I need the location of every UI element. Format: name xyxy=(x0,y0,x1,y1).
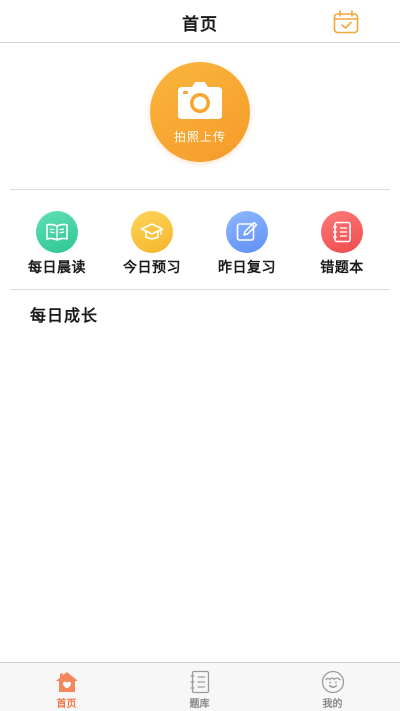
menu-label: 每日晨读 xyxy=(28,260,86,276)
profile-face-icon xyxy=(321,670,345,694)
menu-item-yesterday-review[interactable]: 昨日复习 xyxy=(207,211,287,277)
menu-item-today-preview[interactable]: 今日预习 xyxy=(112,211,192,277)
tab-label: 题库 xyxy=(189,699,210,710)
menu-label: 错题本 xyxy=(320,260,364,276)
open-book-icon xyxy=(36,211,78,253)
tab-label: 首页 xyxy=(56,699,77,710)
tab-label: 我的 xyxy=(322,699,343,710)
tab-profile[interactable]: 我的 xyxy=(266,663,399,711)
divider xyxy=(10,289,390,290)
top-bar: 首页 xyxy=(0,0,400,43)
menu-label: 今日预习 xyxy=(123,260,181,276)
calendar-check-icon[interactable] xyxy=(333,10,359,34)
tab-question-bank[interactable]: 题库 xyxy=(133,663,266,711)
notebook-icon xyxy=(190,670,210,694)
tab-home[interactable]: 首页 xyxy=(0,663,133,711)
photo-upload-button[interactable]: 拍照上传 xyxy=(150,62,250,162)
section-title: 每日成长 xyxy=(30,306,99,325)
camera-icon xyxy=(178,82,222,119)
menu-label: 昨日复习 xyxy=(218,260,276,276)
divider xyxy=(10,189,390,190)
bottom-tab-bar: 首页 题库 我的 xyxy=(0,662,400,711)
menu-item-morning-reading[interactable]: 每日晨读 xyxy=(17,211,97,277)
menu-item-error-book[interactable]: 错题本 xyxy=(302,211,382,277)
edit-note-icon xyxy=(226,211,268,253)
graduation-cap-icon xyxy=(131,211,173,253)
home-icon xyxy=(56,672,78,692)
notebook-icon xyxy=(321,211,363,253)
photo-upload-label: 拍照上传 xyxy=(173,130,226,144)
